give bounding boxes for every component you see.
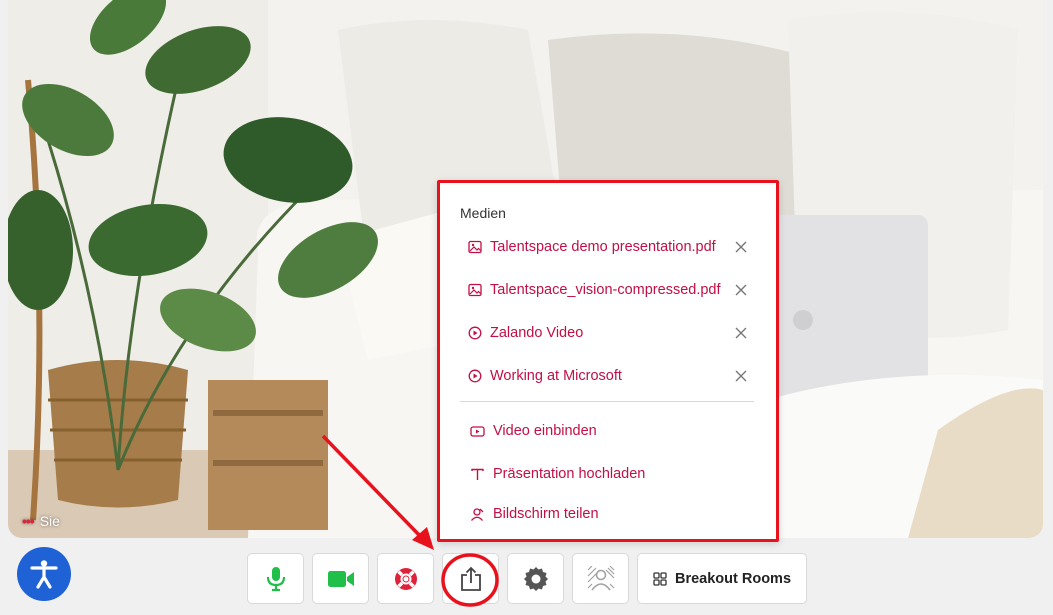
play-circle-icon — [468, 369, 482, 383]
text-upload-icon — [471, 468, 484, 480]
gear-icon — [523, 566, 548, 591]
breakout-rooms-icon — [653, 571, 667, 586]
screen-share-person-icon — [471, 507, 484, 521]
video-embed-icon — [470, 425, 485, 437]
media-item-label: Talentspace_vision-compressed.pdf — [490, 282, 721, 298]
breakout-rooms-label: Breakout Rooms — [674, 570, 792, 587]
share-icon — [460, 566, 481, 591]
upload-presentation-label: Präsentation hochladen — [493, 466, 646, 482]
microphone-icon — [266, 566, 285, 591]
media-item-label: Talentspace demo presentation.pdf — [490, 239, 716, 255]
meeting-screen: ••• Sie Medien Talentspace demo presenta… — [0, 0, 1053, 615]
lifebuoy-icon — [394, 567, 417, 590]
share-screen-label: Bildschirm teilen — [493, 506, 599, 522]
meeting-controls: Breakout Rooms — [247, 553, 807, 604]
close-icon[interactable] — [734, 283, 748, 297]
close-icon[interactable] — [734, 240, 748, 254]
audio-indicator: ••• — [22, 513, 35, 529]
embed-video-action[interactable]: Video einbinden — [470, 421, 597, 441]
embed-video-label: Video einbinden — [493, 423, 597, 439]
help-button[interactable] — [377, 553, 434, 604]
close-icon[interactable] — [734, 369, 748, 383]
self-name-label: ••• Sie — [22, 513, 60, 529]
image-icon — [468, 240, 482, 254]
media-item[interactable]: Zalando Video — [468, 323, 748, 343]
accessibility-button[interactable] — [17, 547, 71, 601]
media-item[interactable]: Talentspace_vision-compressed.pdf — [468, 280, 748, 300]
media-item[interactable]: Working at Microsoft — [468, 366, 748, 386]
menu-divider — [460, 401, 754, 402]
share-media-button[interactable] — [442, 553, 499, 604]
background-blur-button[interactable] — [572, 553, 629, 604]
media-item[interactable]: Talentspace demo presentation.pdf — [468, 237, 748, 257]
media-menu-heading: Medien — [460, 205, 506, 221]
upload-presentation-action[interactable]: Präsentation hochladen — [470, 464, 645, 484]
close-icon[interactable] — [734, 326, 748, 340]
media-item-label: Zalando Video — [490, 325, 584, 341]
image-icon — [468, 283, 482, 297]
media-item-label: Working at Microsoft — [490, 368, 622, 384]
play-circle-icon — [468, 326, 482, 340]
microphone-button[interactable] — [247, 553, 304, 604]
camera-icon — [327, 570, 354, 587]
camera-button[interactable] — [312, 553, 369, 604]
accessibility-icon — [30, 560, 58, 589]
background-blur-icon — [587, 565, 614, 590]
breakout-rooms-button[interactable]: Breakout Rooms — [637, 553, 807, 604]
share-screen-action[interactable]: Bildschirm teilen — [470, 504, 599, 524]
media-menu: Medien Talentspace demo presentation.pdf… — [437, 180, 779, 542]
self-name: Sie — [39, 513, 60, 529]
settings-button[interactable] — [507, 553, 564, 604]
